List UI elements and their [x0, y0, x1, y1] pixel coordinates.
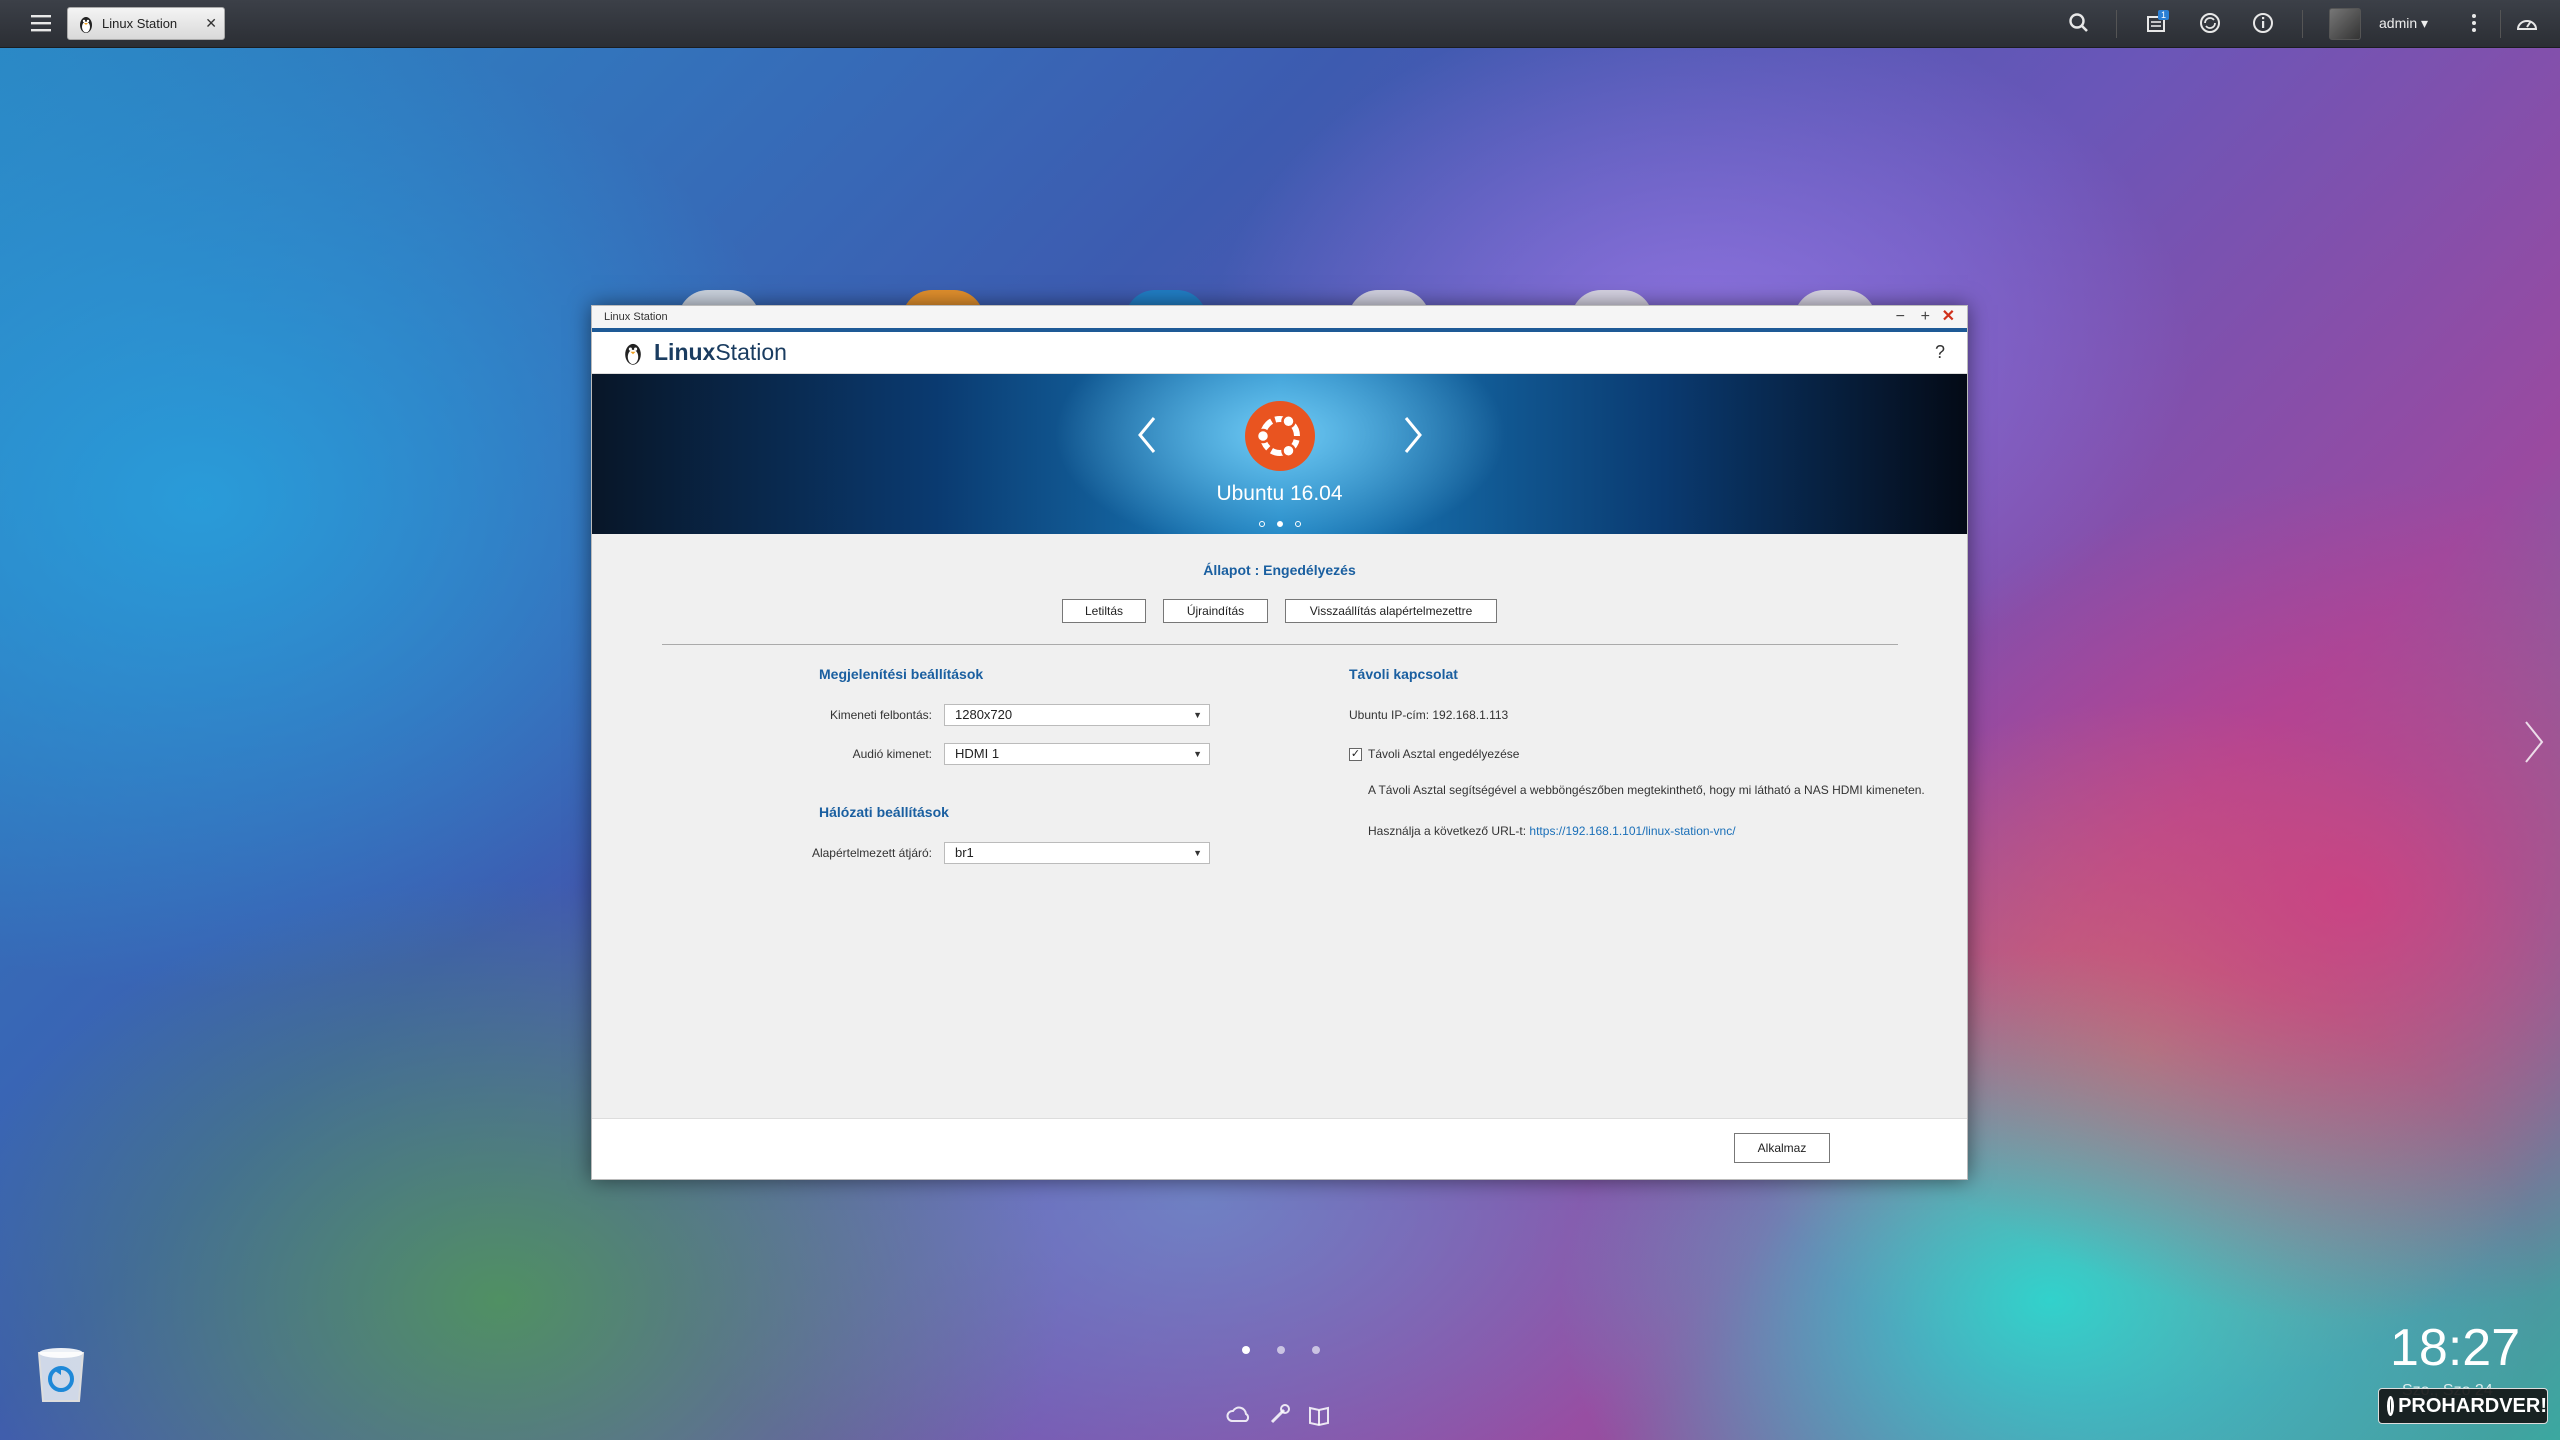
top-taskbar: Linux Station ✕ 1 admin ▾ [0, 0, 2560, 48]
avatar [2329, 7, 2361, 40]
next-distro-icon[interactable] [1398, 410, 1428, 460]
maximize-icon[interactable]: + [1921, 306, 1930, 328]
divider [662, 644, 1898, 645]
ip-label: Ubuntu IP-cím: [1349, 708, 1430, 722]
watermark-text: PROHARDVER! [2398, 1394, 2547, 1417]
tools-icon[interactable] [1266, 1402, 1292, 1428]
disable-button[interactable]: Letiltás [1062, 599, 1146, 623]
app-header: Linux Station ? [592, 332, 1967, 374]
network-settings-heading: Hálózati beállítások [819, 804, 949, 820]
dropdown-arrow-icon: ▼ [1193, 749, 1202, 759]
dashboard-icon[interactable] [2512, 8, 2542, 38]
desktop-page-dot-active[interactable] [1242, 1346, 1250, 1354]
reset-defaults-button[interactable]: Visszaállítás alapértelmezettre [1285, 599, 1497, 623]
dropdown-arrow-icon: ▼ [1193, 848, 1202, 858]
linux-station-window: Linux Station − + ✕ Linux Station ? Ubunt… [591, 305, 1968, 1180]
remote-desktop-description: A Távoli Asztal segítségével a webböngés… [1368, 783, 1925, 797]
restart-button[interactable]: Újraindítás [1163, 599, 1268, 623]
help-button[interactable]: ? [1935, 342, 1945, 363]
next-desktop-icon[interactable] [2522, 718, 2546, 766]
remote-url-row: Használja a következő URL-t: https://192… [1368, 824, 1736, 838]
status-text: Állapot : Engedélyezés [1203, 562, 1356, 578]
close-icon[interactable]: ✕ [1942, 306, 1955, 328]
gateway-select[interactable]: br1 ▼ [944, 842, 1210, 864]
user-label: admin ▾ [2379, 15, 2429, 31]
resolution-value: 1280x720 [955, 707, 1013, 722]
gateway-value: br1 [955, 845, 974, 860]
app-name-rest: Station [715, 339, 787, 365]
desktop-clock: 18:27 [2390, 1319, 2521, 1377]
window-footer: Alkalmaz [592, 1118, 1967, 1179]
distro-pager [592, 514, 1967, 532]
window-title: Linux Station [604, 311, 668, 323]
dropdown-arrow-icon: ▼ [1193, 710, 1202, 720]
book-icon[interactable] [1306, 1402, 1332, 1428]
close-task-icon[interactable]: ✕ [205, 15, 217, 32]
task-linux-station[interactable]: Linux Station ✕ [67, 7, 225, 40]
notification-badge: 1 [2161, 10, 2167, 20]
ubuntu-logo-icon [1245, 401, 1315, 471]
recycle-bin-icon[interactable] [33, 1345, 89, 1405]
desktop-page-dot[interactable] [1277, 1346, 1285, 1354]
ubuntu-ip-row: Ubuntu IP-cím: 192.168.1.113 [1349, 708, 1508, 722]
pager-dot[interactable] [1294, 521, 1301, 527]
prev-distro-icon[interactable] [1132, 410, 1162, 460]
watermark: PROHARDVER! [2378, 1388, 2548, 1424]
url-prefix: Használja a következő URL-t: [1368, 824, 1527, 838]
more-options-icon[interactable] [2459, 8, 2489, 38]
window-titlebar[interactable]: Linux Station − + ✕ [592, 306, 1967, 332]
resolution-select[interactable]: 1280x720 ▼ [944, 704, 1210, 726]
remote-url-link[interactable]: https://192.168.1.101/linux-station-vnc/ [1529, 824, 1735, 838]
pager-dot-active[interactable] [1276, 521, 1283, 527]
search-icon[interactable] [2064, 8, 2094, 38]
cloud-icon[interactable] [1226, 1402, 1252, 1428]
tux-icon [80, 16, 92, 33]
apply-button[interactable]: Alkalmaz [1734, 1133, 1830, 1163]
remote-connection-heading: Távoli kapcsolat [1349, 666, 1458, 682]
distro-banner: Ubuntu 16.04 [592, 374, 1967, 534]
minimize-icon[interactable]: − [1896, 306, 1905, 328]
remote-desktop-checkbox[interactable]: ✓ [1349, 748, 1362, 761]
info-icon[interactable] [2248, 8, 2278, 38]
background-tasks-icon[interactable]: 1 [2142, 8, 2172, 38]
display-settings-heading: Megjelenítési beállítások [819, 666, 984, 682]
desktop-page-dot[interactable] [1312, 1346, 1320, 1354]
pager-dot[interactable] [1258, 521, 1265, 527]
user-menu[interactable]: admin ▾ [2329, 0, 2428, 47]
watermark-logo-icon [2387, 1396, 2395, 1416]
ip-value: 192.168.1.113 [1432, 708, 1509, 722]
task-label: Linux Station [102, 16, 178, 31]
audio-label: Audió kimenet: [852, 747, 932, 761]
audio-value: HDMI 1 [955, 746, 1000, 761]
resolution-label: Kimeneti felbontás: [829, 708, 932, 722]
audio-select[interactable]: HDMI 1 ▼ [944, 743, 1210, 765]
remote-desktop-checkbox-label[interactable]: Távoli Asztal engedélyezése [1368, 747, 1519, 761]
app-name-bold: Linux [654, 339, 716, 365]
sync-icon[interactable] [2195, 8, 2225, 38]
gateway-label: Alapértelmezett átjáró: [811, 846, 932, 860]
app-logo: Linux Station [620, 339, 787, 366]
main-menu-icon[interactable] [26, 8, 56, 38]
tux-icon [625, 343, 641, 365]
distro-name: Ubuntu 16.04 [1216, 482, 1343, 505]
